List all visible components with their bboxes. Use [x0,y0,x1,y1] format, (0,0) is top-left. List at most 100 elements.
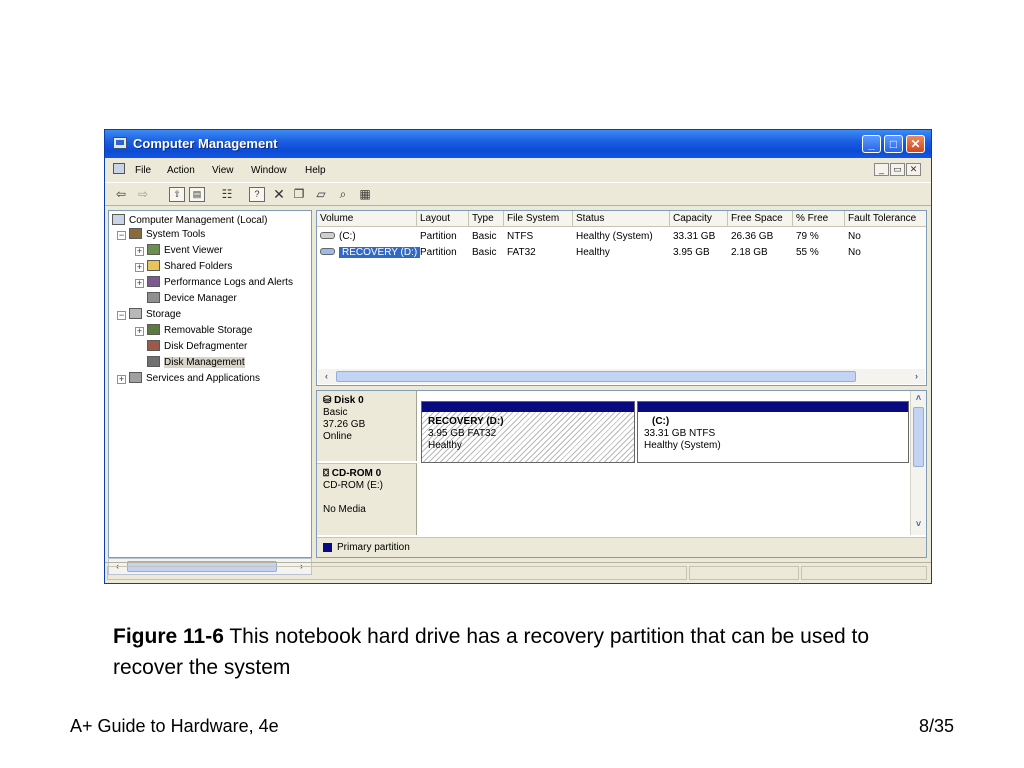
menu-help[interactable]: Help [305,165,326,176]
tree-item-services-and-applications[interactable]: Services and Applications [129,372,260,386]
properties-icon[interactable]: ☷ [219,187,235,202]
open-icon[interactable]: ▱ [313,187,329,202]
document-icon[interactable] [113,163,125,174]
export-icon[interactable]: ▦ [357,187,373,202]
disk-management-icon [147,356,160,367]
col-status[interactable]: Status [573,211,670,227]
menu-window[interactable]: Window [251,165,287,176]
table-cell: 26.36 GB [731,231,774,242]
legend-label: Primary partition [337,542,410,553]
show-hide-tree-icon[interactable]: ▤ [189,187,205,202]
status-pane [689,566,799,580]
scroll-right-icon[interactable]: › [910,371,923,382]
volume-horizontal-scrollbar[interactable]: ‹ › [318,369,925,384]
storage-icon [129,308,142,319]
menu-action[interactable]: Action [167,165,195,176]
menu-file[interactable]: File [135,165,151,176]
defrag-icon [147,340,160,351]
partition-detail: 33.31 GB NTFS [644,428,716,439]
child-minimize-button[interactable]: _ [874,163,889,176]
table-row[interactable]: (C:) [317,229,356,244]
title-bar[interactable]: Computer Management _ □ ✕ [105,130,931,158]
delete-icon[interactable]: ✕ [271,187,287,202]
drive-icon [320,232,335,239]
tree-item-shared-folders[interactable]: Shared Folders [147,260,232,274]
table-cell: FAT32 [507,247,536,258]
col-free-space[interactable]: Free Space [728,211,793,227]
status-bar [105,562,931,583]
partition-bar [638,402,908,412]
partition-status: Healthy (System) [644,440,721,451]
menu-view[interactable]: View [212,165,234,176]
scroll-up-icon[interactable]: ˄ [912,393,925,404]
table-cell: NTFS [507,231,534,242]
tree-item-disk-management[interactable]: Disk Management [147,356,245,370]
status-pane [801,566,927,580]
col-fault-tolerance[interactable]: Fault Tolerance [845,211,926,227]
toolbar: ⇦ ⇨ ⇧ ▤ ☷ ? ✕ ❐ ▱ ⌕ ▦ [105,182,931,206]
minimize-button[interactable]: _ [862,135,881,153]
menu-bar: File Action View Window Help _ ▭ ✕ [105,160,931,180]
partition-bar [422,402,634,412]
back-arrow-icon[interactable]: ⇦ [113,187,129,202]
close-button[interactable]: ✕ [906,135,925,153]
col-layout[interactable]: Layout [417,211,469,227]
cdrom-0-label[interactable]: ⌼ CD-ROM 0 CD-ROM (E:) No Media [317,463,417,535]
tree-item-performance-logs[interactable]: Performance Logs and Alerts [147,276,293,290]
disk-0-name: ⛁ Disk 0 [323,395,364,406]
expand-shared-folders[interactable]: + [135,263,144,272]
tree-item-device-manager[interactable]: Device Manager [147,292,237,306]
col-type[interactable]: Type [469,211,504,227]
forward-arrow-icon[interactable]: ⇨ [135,187,151,202]
scroll-down-icon[interactable]: ˅ [912,519,925,530]
tree-item-removable-storage[interactable]: Removable Storage [147,324,252,338]
table-cell: Partition [420,247,457,258]
new-window-icon[interactable]: ❐ [291,187,307,202]
col-file-system[interactable]: File System [504,211,573,227]
volume-scroll-thumb[interactable] [336,371,856,382]
tree-item-disk-defragmenter[interactable]: Disk Defragmenter [147,340,247,354]
help-icon[interactable]: ? [249,187,265,202]
shared-folder-icon [147,260,160,271]
primary-partition-swatch [323,543,332,552]
expand-performance-logs[interactable]: + [135,279,144,288]
figure-label: Figure 11-6 [113,625,224,648]
footer-page-number: 8/35 [918,716,954,736]
refresh-icon[interactable]: ⌕ [335,187,351,202]
expand-services[interactable]: + [117,375,126,384]
col-percent-free[interactable]: % Free [793,211,845,227]
hard-disk-icon: ⛁ [323,395,332,406]
expand-event-viewer[interactable]: + [135,247,144,256]
col-capacity[interactable]: Capacity [670,211,728,227]
child-close-button[interactable]: ✕ [906,163,921,176]
table-cell: 55 % [796,247,819,258]
footer-book-title: A+ Guide to Hardware, 4e [70,716,279,736]
table-cell: No [848,231,861,242]
collapse-system-tools[interactable]: − [117,231,126,240]
tree-item-storage[interactable]: Storage [129,308,181,322]
child-restore-button[interactable]: ▭ [890,163,905,176]
disk-0-kind: Basic [323,407,348,418]
table-row-selected[interactable]: RECOVERY (D:) [317,245,421,260]
disk-0-label[interactable]: ⛁ Disk 0 Basic 37.26 GB Online [317,391,417,461]
up-folder-icon[interactable]: ⇧ [169,187,185,202]
scroll-left-icon[interactable]: ‹ [320,371,333,382]
collapse-storage[interactable]: − [117,311,126,320]
maximize-button[interactable]: □ [884,135,903,153]
disk-vertical-scrollbar[interactable]: ˄ ˅ [910,391,926,535]
partition-c[interactable]: (C:) 33.31 GB NTFS Healthy (System) [637,401,909,463]
disk-scroll-thumb[interactable] [913,407,924,467]
figure-text: This notebook hard drive has a recovery … [113,625,870,679]
disk-0-size: 37.26 GB [323,419,366,430]
tree-item-computer-management[interactable]: Computer Management (Local) [112,214,267,228]
computer-icon [112,214,125,225]
expand-removable-storage[interactable]: + [135,327,144,336]
tree-item-event-viewer[interactable]: Event Viewer [147,244,223,258]
tree-item-system-tools[interactable]: System Tools [129,228,205,242]
table-cell: No [848,247,861,258]
navigation-tree: Computer Management (Local) − System Too… [108,210,312,558]
partition-recovery[interactable]: RECOVERY (D:) 3.95 GB FAT32 Healthy [421,401,635,463]
partition-name: (C:) [652,416,670,427]
services-icon [129,372,142,383]
col-volume[interactable]: Volume [317,211,417,227]
